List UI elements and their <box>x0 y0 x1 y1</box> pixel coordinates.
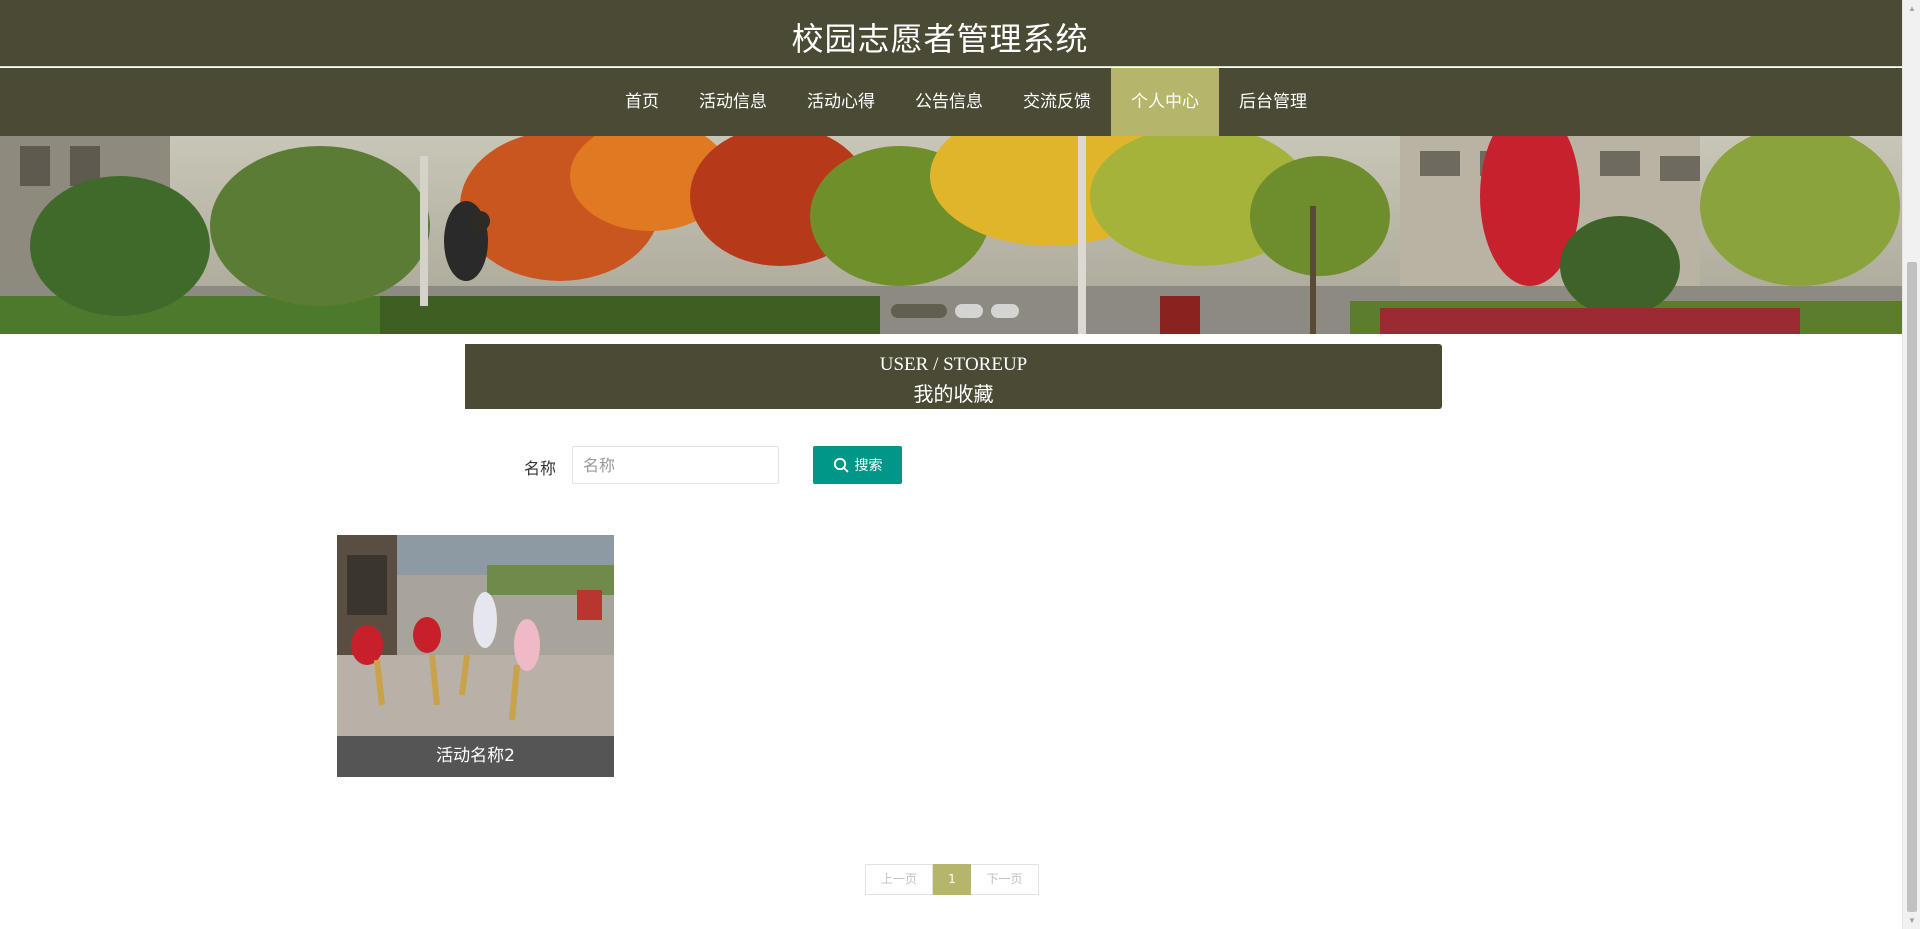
scroll-thumb[interactable] <box>1907 262 1917 912</box>
page: 校园志愿者管理系统 首页 活动信息 活动心得 公告信息 交流反馈 个人中心 后台… <box>0 0 1902 929</box>
section-title: USER / STOREUP 我的收藏 <box>462 344 1442 409</box>
prev-page-button[interactable]: 上一页 <box>865 864 933 895</box>
vertical-scrollbar[interactable]: ▲ ▼ <box>1902 0 1920 929</box>
site-title: 校园志愿者管理系统 <box>791 20 1089 58</box>
nav-item-activities[interactable]: 活动信息 <box>679 68 787 136</box>
carousel-dot[interactable] <box>991 304 1019 318</box>
main-nav: 首页 活动信息 活动心得 公告信息 交流反馈 个人中心 后台管理 <box>0 68 1902 136</box>
scroll-up-arrow-icon[interactable]: ▲ <box>1903 0 1920 17</box>
section-title-en: USER / STOREUP <box>879 354 1028 375</box>
next-page-button[interactable]: 下一页 <box>971 864 1039 895</box>
section-title-cn: 我的收藏 <box>913 382 994 406</box>
search-button[interactable]: 搜索 <box>813 446 902 484</box>
nav-item-feedback[interactable]: 交流反馈 <box>1003 68 1111 136</box>
search-label: 名称 <box>524 459 557 478</box>
nav-item-announcements[interactable]: 公告信息 <box>895 68 1003 136</box>
current-page[interactable]: 1 <box>933 864 971 895</box>
pagination: 上一页 1 下一页 <box>865 864 1039 895</box>
nav-item-experiences[interactable]: 活动心得 <box>787 68 895 136</box>
nav-item-home[interactable]: 首页 <box>605 68 679 136</box>
favorite-card[interactable]: 活动名称2 <box>337 535 614 777</box>
banner-carousel[interactable] <box>0 136 1902 334</box>
nav-item-admin[interactable]: 后台管理 <box>1219 68 1327 136</box>
nav-list: 首页 活动信息 活动心得 公告信息 交流反馈 个人中心 后台管理 <box>0 68 1902 136</box>
search-button-label: 搜索 <box>854 458 883 474</box>
search-icon <box>833 457 849 473</box>
scroll-down-arrow-icon[interactable]: ▼ <box>1903 912 1920 929</box>
carousel-indicators <box>0 304 1902 318</box>
favorite-card-image <box>337 535 614 736</box>
carousel-dot[interactable] <box>891 304 947 318</box>
carousel-dot[interactable] <box>955 304 983 318</box>
site-header: 校园志愿者管理系统 <box>0 0 1902 67</box>
nav-item-personal-center[interactable]: 个人中心 <box>1111 68 1219 136</box>
favorite-card-title: 活动名称2 <box>337 736 614 777</box>
search-input[interactable] <box>572 446 779 484</box>
